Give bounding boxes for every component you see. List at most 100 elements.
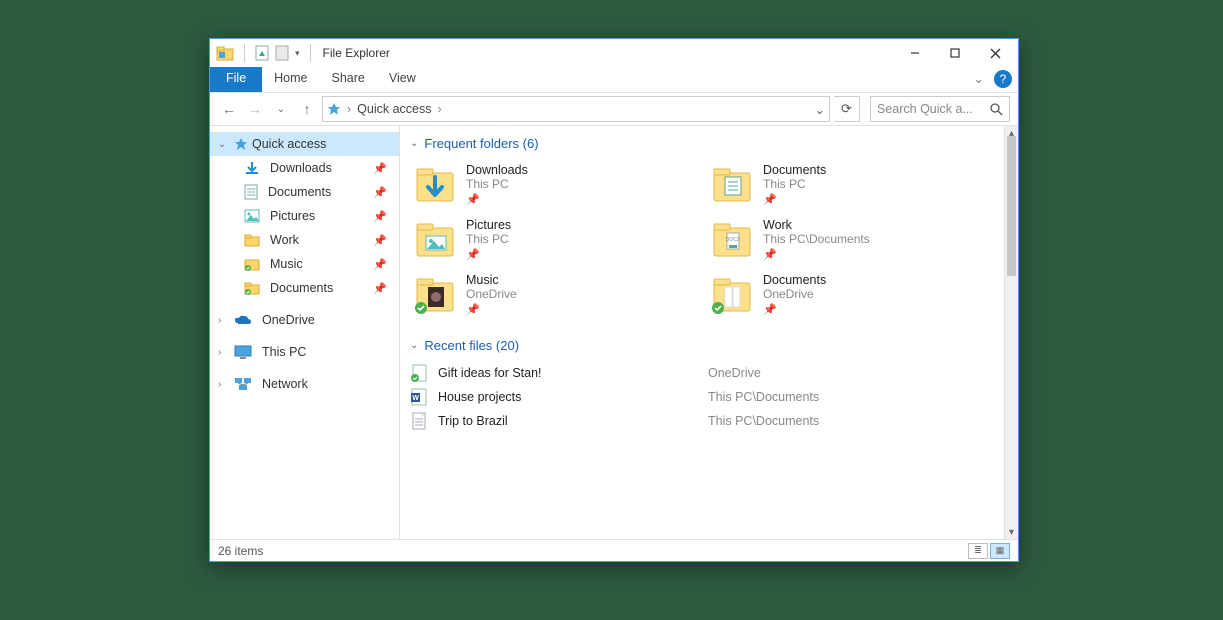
folder-location: This PC <box>466 177 528 191</box>
navpane-root-onedrive[interactable]: ›OneDrive <box>210 308 399 332</box>
pin-icon: 📌 <box>466 248 511 261</box>
search-icon[interactable] <box>990 103 1003 116</box>
ribbon-tab-file[interactable]: File <box>210 67 262 92</box>
chevron-right-icon[interactable]: › <box>218 315 230 326</box>
folder-icon <box>414 163 456 205</box>
scrollbar-thumb[interactable] <box>1007 136 1016 276</box>
file-icon <box>410 412 428 430</box>
frequent-folder-item[interactable]: MusicOneDrive📌 <box>410 269 697 320</box>
pin-icon: 📌 <box>373 282 395 295</box>
explorer-app-icon <box>216 45 234 61</box>
window-controls <box>895 41 1015 65</box>
section-title: Frequent folders (6) <box>424 136 538 151</box>
file-icon: W <box>410 388 428 406</box>
close-button[interactable] <box>975 41 1015 65</box>
recent-file-location: OneDrive <box>708 366 761 380</box>
qat-properties-icon[interactable] <box>255 45 269 61</box>
music-icon <box>244 256 260 272</box>
navpane-root-label: Network <box>262 377 308 391</box>
search-placeholder: Search Quick a... <box>877 102 973 116</box>
frequent-folder-item[interactable]: DOCXWorkThis PC\Documents📌 <box>707 214 994 265</box>
section-header-frequent[interactable]: ⌄ Frequent folders (6) <box>410 136 994 151</box>
frequent-folder-item[interactable]: DocumentsThis PC📌 <box>707 159 994 210</box>
navpane-item-label: Work <box>270 233 299 247</box>
ribbon-collapse-icon[interactable]: ⌄ <box>968 67 990 92</box>
details-view-button[interactable]: ≣ <box>968 543 988 559</box>
up-button[interactable]: ↑ <box>296 97 318 121</box>
separator <box>244 44 245 62</box>
scroll-down-arrow-icon[interactable]: ▾ <box>1005 525 1018 539</box>
view-switcher: ≣ ▦ <box>968 543 1010 559</box>
chevron-down-icon: ⌄ <box>410 340 418 351</box>
navpane-item-label: Pictures <box>270 209 315 223</box>
chevron-right-icon[interactable]: › <box>218 347 230 358</box>
frequent-folders-grid: DownloadsThis PC📌DocumentsThis PC📌Pictur… <box>410 159 994 320</box>
file-icon <box>410 364 428 382</box>
breadcrumb-sep[interactable]: › <box>438 102 442 116</box>
address-bar[interactable]: › Quick access › ⌄ <box>322 96 830 122</box>
vertical-scrollbar[interactable]: ▴ ▾ <box>1004 126 1018 539</box>
navpane-item[interactable]: Work 📌 <box>210 228 399 252</box>
frequent-folder-item[interactable]: DocumentsOneDrive📌 <box>707 269 994 320</box>
pin-icon: 📌 <box>373 234 395 247</box>
ribbon-tab-share[interactable]: Share <box>320 67 377 92</box>
quick-access-toolbar: ▾ <box>216 44 315 62</box>
frequent-folder-item[interactable]: PicturesThis PC📌 <box>410 214 697 265</box>
forward-button[interactable]: → <box>244 97 266 121</box>
recent-file-row[interactable]: Gift ideas for Stan!OneDrive <box>410 361 994 385</box>
pin-icon: 📌 <box>373 210 395 223</box>
navpane-item[interactable]: Documents📌 <box>210 180 399 204</box>
recent-file-row[interactable]: WHouse projectsThis PC\Documents <box>410 385 994 409</box>
network-icon <box>234 377 252 391</box>
breadcrumb-sep: › <box>347 102 351 116</box>
recent-file-row[interactable]: Trip to BrazilThis PC\Documents <box>410 409 994 433</box>
section-header-recent[interactable]: ⌄ Recent files (20) <box>410 338 994 353</box>
navpane-item[interactable]: Documents 📌 <box>210 276 399 300</box>
recent-file-location: This PC\Documents <box>708 414 819 428</box>
recent-locations-button[interactable]: ⌄ <box>270 97 292 121</box>
ribbon-tab-view[interactable]: View <box>377 67 428 92</box>
window-title: File Explorer <box>323 46 390 60</box>
navpane-item-label: Downloads <box>270 161 332 175</box>
navigation-pane: ⌄ Quick access Downloads📌Documents📌Pictu… <box>210 126 400 539</box>
folder-icon: DOCX <box>711 218 753 260</box>
minimize-button[interactable] <box>895 41 935 65</box>
navpane-item[interactable]: Music📌 <box>210 252 399 276</box>
folder-location: This PC <box>466 232 511 246</box>
refresh-button[interactable]: ⟳ <box>834 96 860 122</box>
navpane-root-thispc[interactable]: ›This PC <box>210 340 399 364</box>
quick-access-star-icon <box>234 137 248 151</box>
pin-icon: 📌 <box>373 162 395 175</box>
address-history-dropdown-icon[interactable]: ⌄ <box>815 102 825 117</box>
help-button[interactable]: ? <box>994 70 1012 88</box>
navpane-item[interactable]: Pictures 📌 <box>210 204 399 228</box>
breadcrumb-location[interactable]: Quick access <box>357 102 431 116</box>
folder-icon <box>244 233 260 247</box>
recent-files-list: Gift ideas for Stan!OneDriveWHouse proje… <box>410 361 994 433</box>
navpane-item[interactable]: Downloads 📌 <box>210 156 399 180</box>
navpane-quick-access[interactable]: ⌄ Quick access <box>210 132 399 156</box>
content-scroll-area[interactable]: ⌄ Frequent folders (6) DownloadsThis PC📌… <box>400 126 1004 539</box>
chevron-down-icon[interactable]: ⌄ <box>218 139 230 150</box>
qat-dropdown-icon[interactable]: ▾ <box>295 48 300 59</box>
svg-text:W: W <box>412 395 419 402</box>
navpane-root-network[interactable]: › Network <box>210 372 399 396</box>
onedrive-icon <box>234 314 252 326</box>
chevron-right-icon[interactable]: › <box>218 379 230 390</box>
folder-icon <box>414 273 456 315</box>
maximize-button[interactable] <box>935 41 975 65</box>
pin-icon: 📌 <box>763 193 826 206</box>
folder-location: OneDrive <box>763 287 826 301</box>
ribbon-tab-home[interactable]: Home <box>262 67 319 92</box>
search-box[interactable]: Search Quick a... <box>870 96 1010 122</box>
title-bar: ▾ File Explorer <box>210 39 1018 67</box>
large-icons-view-button[interactable]: ▦ <box>990 543 1010 559</box>
navpane-item-label: Documents <box>268 185 331 199</box>
frequent-folder-item[interactable]: DownloadsThis PC📌 <box>410 159 697 210</box>
separator <box>310 44 311 62</box>
navpane-item-label: Documents <box>270 281 333 295</box>
folder-name: Documents <box>763 163 826 177</box>
quick-access-star-icon <box>327 102 341 116</box>
qat-newfolder-icon[interactable] <box>275 45 289 61</box>
back-button[interactable]: ← <box>218 97 240 121</box>
